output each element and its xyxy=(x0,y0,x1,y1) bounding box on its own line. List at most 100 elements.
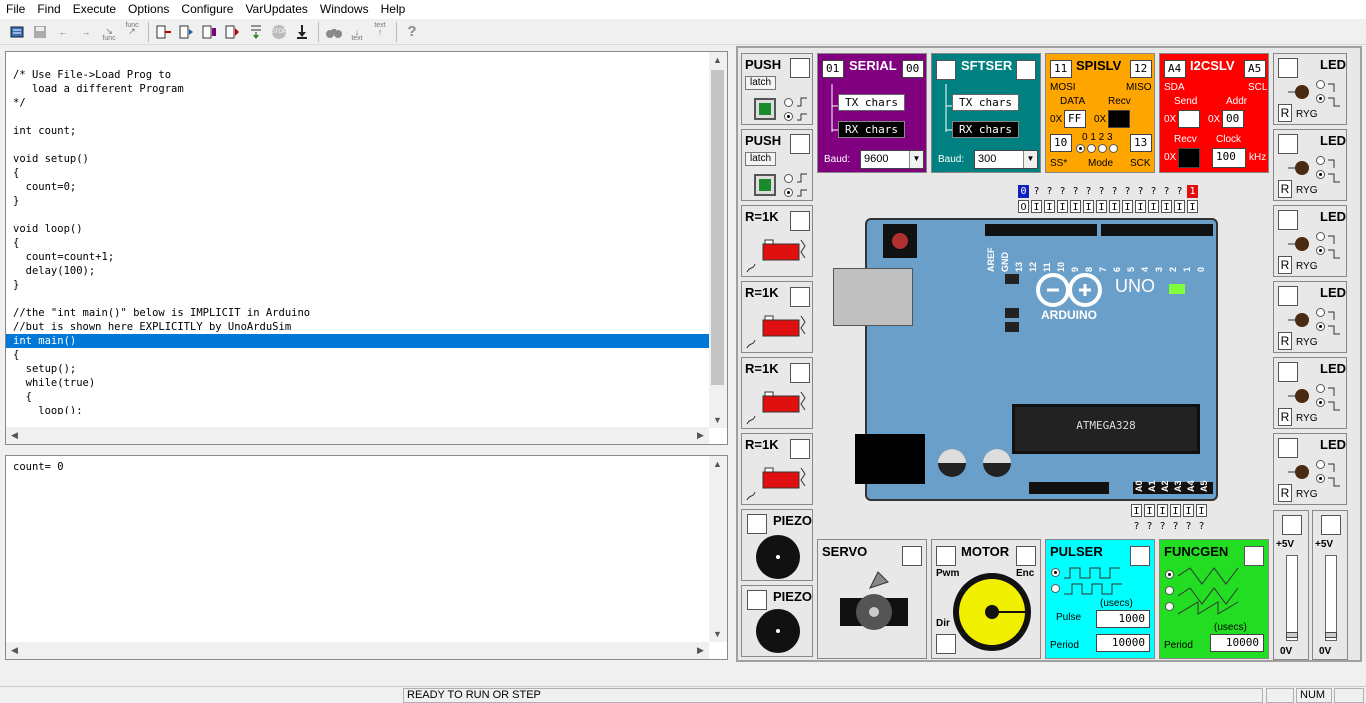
pin-cell[interactable]: I xyxy=(1174,200,1185,213)
pin-cell[interactable]: I xyxy=(1083,200,1094,213)
mode-radio-1[interactable] xyxy=(1087,144,1096,153)
serial-rx-pin[interactable]: 01 xyxy=(822,60,844,78)
mode-radio-3[interactable] xyxy=(1109,144,1118,153)
scroll-thumb[interactable] xyxy=(711,70,724,385)
pin-entry-box[interactable] xyxy=(790,134,810,154)
scroll-up-arrow-icon[interactable]: ▲ xyxy=(709,459,726,469)
pin-cell[interactable]: I xyxy=(1057,200,1068,213)
pin-entry-box[interactable] xyxy=(936,634,956,654)
led-polarity-radio[interactable] xyxy=(1316,170,1325,179)
chevron-down-icon[interactable]: ▼ xyxy=(1023,151,1037,168)
code-line[interactable]: while(true) xyxy=(6,376,709,390)
chevron-down-icon[interactable]: ▼ xyxy=(909,151,923,168)
scroll-up-arrow-icon[interactable]: ▲ xyxy=(709,55,726,65)
code-line[interactable]: //but is shown here EXPLICITLY by UnoArd… xyxy=(6,320,709,334)
step-icon[interactable] xyxy=(176,21,198,43)
code-line[interactable]: count=count+1; xyxy=(6,250,709,264)
code-line[interactable]: load a different Program xyxy=(6,82,709,96)
menu-configure[interactable]: Configure xyxy=(175,0,239,19)
run-icon[interactable] xyxy=(245,21,267,43)
pulse-mode-radio[interactable] xyxy=(1051,584,1060,593)
i2c-scl-pin[interactable]: A5 xyxy=(1244,60,1266,78)
led-color-box[interactable]: R xyxy=(1278,408,1292,426)
scroll-left-arrow-icon[interactable]: ◀ xyxy=(6,430,23,441)
binoculars-icon[interactable] xyxy=(323,21,345,43)
pin-cell[interactable]: I xyxy=(1044,200,1055,213)
led-polarity-radio[interactable] xyxy=(1316,384,1325,393)
code-line[interactable]: } xyxy=(6,278,709,292)
pin-cell[interactable]: I xyxy=(1096,200,1107,213)
push-button[interactable] xyxy=(754,174,776,196)
led-polarity-radio[interactable] xyxy=(1316,156,1325,165)
pin-entry-box[interactable] xyxy=(790,58,810,78)
led-color-box[interactable]: R xyxy=(1278,104,1292,122)
code-line[interactable] xyxy=(6,208,709,222)
code-line[interactable] xyxy=(6,292,709,306)
pin-entry-box[interactable] xyxy=(1016,60,1036,80)
pin-entry-box[interactable] xyxy=(1130,546,1150,566)
code-line[interactable]: { xyxy=(6,236,709,250)
step-over-icon[interactable] xyxy=(153,21,175,43)
code-line[interactable]: setup(); xyxy=(6,362,709,376)
i2c-sda-pin[interactable]: A4 xyxy=(1164,60,1186,78)
stop-icon[interactable]: STOP xyxy=(268,21,290,43)
find-text-down-icon[interactable]: text ↓ xyxy=(346,21,368,43)
menu-file[interactable]: File xyxy=(0,0,31,19)
pin-entry-box[interactable] xyxy=(1278,438,1298,458)
led-polarity-radio[interactable] xyxy=(1316,246,1325,255)
pin-cell[interactable]: I xyxy=(1148,200,1159,213)
pin-entry-box[interactable] xyxy=(1282,515,1302,535)
slide-switch-icon[interactable] xyxy=(745,386,811,426)
digital-pin-io-row[interactable]: OIIIIIIIIIIIII xyxy=(1018,200,1200,213)
code-line[interactable]: { xyxy=(6,390,709,404)
slide-switch-icon[interactable] xyxy=(745,462,811,502)
spi-miso-pin[interactable]: 12 xyxy=(1130,60,1152,78)
pin-cell[interactable]: I xyxy=(1135,200,1146,213)
waveform-radio[interactable] xyxy=(1165,570,1174,579)
radio-active-high[interactable] xyxy=(784,98,793,107)
menu-options[interactable]: Options xyxy=(122,0,175,19)
pin-entry-box[interactable] xyxy=(1278,286,1298,306)
code-line[interactable]: { xyxy=(6,348,709,362)
pin-cell[interactable]: I xyxy=(1070,200,1081,213)
run-to-icon[interactable] xyxy=(199,21,221,43)
voltage-slider-thumb[interactable] xyxy=(1286,632,1298,638)
pin-entry-box[interactable] xyxy=(936,60,956,80)
pin-entry-box[interactable] xyxy=(1278,58,1298,78)
baud-select[interactable]: 300 ▼ xyxy=(974,150,1038,169)
funcgen-period-input[interactable]: 10000 xyxy=(1210,634,1264,652)
code-line[interactable]: int count; xyxy=(6,124,709,138)
mode-radio-0[interactable] xyxy=(1076,144,1085,153)
back-arrow-icon[interactable]: ← xyxy=(52,21,74,43)
code-line[interactable] xyxy=(6,138,709,152)
code-listing[interactable]: /* Use File->Load Prog to load a differe… xyxy=(6,54,709,414)
pin-entry-box[interactable] xyxy=(790,211,810,231)
vars-horizontal-scrollbar[interactable]: ◀ ▶ xyxy=(6,642,709,659)
code-line[interactable]: void loop() xyxy=(6,222,709,236)
find-text-up-icon[interactable]: text ↑ xyxy=(369,21,391,43)
pin-entry-box[interactable] xyxy=(1278,362,1298,382)
scroll-down-arrow-icon[interactable]: ▼ xyxy=(709,629,726,639)
code-line[interactable]: { xyxy=(6,166,709,180)
mode-radio-2[interactable] xyxy=(1098,144,1107,153)
menu-find[interactable]: Find xyxy=(31,0,66,19)
tx-chars-button[interactable]: TX chars xyxy=(838,94,905,111)
spi-ss-pin[interactable]: 10 xyxy=(1050,134,1072,152)
led-color-box[interactable]: R xyxy=(1278,180,1292,198)
code-line[interactable]: //the "int main()" below is IMPLICIT in … xyxy=(6,306,709,320)
pin-entry-box[interactable] xyxy=(1278,210,1298,230)
load-prog-icon[interactable] xyxy=(6,21,28,43)
scroll-left-arrow-icon[interactable]: ◀ xyxy=(6,645,23,656)
pin-cell[interactable]: I xyxy=(1157,504,1168,517)
pin-cell[interactable]: I xyxy=(1170,504,1181,517)
pin-entry-box[interactable] xyxy=(1278,134,1298,154)
waveform-radio[interactable] xyxy=(1165,602,1174,611)
pin-entry-box[interactable] xyxy=(747,514,767,534)
led-polarity-radio[interactable] xyxy=(1316,322,1325,331)
code-line[interactable]: int main() xyxy=(6,334,709,348)
pin-cell[interactable]: I xyxy=(1131,504,1142,517)
run-until-icon[interactable] xyxy=(222,21,244,43)
rx-chars-button[interactable]: RX chars xyxy=(838,121,905,138)
vars-vertical-scrollbar[interactable]: ▲ ▼ xyxy=(709,456,727,642)
pin-entry-box[interactable] xyxy=(1244,546,1264,566)
